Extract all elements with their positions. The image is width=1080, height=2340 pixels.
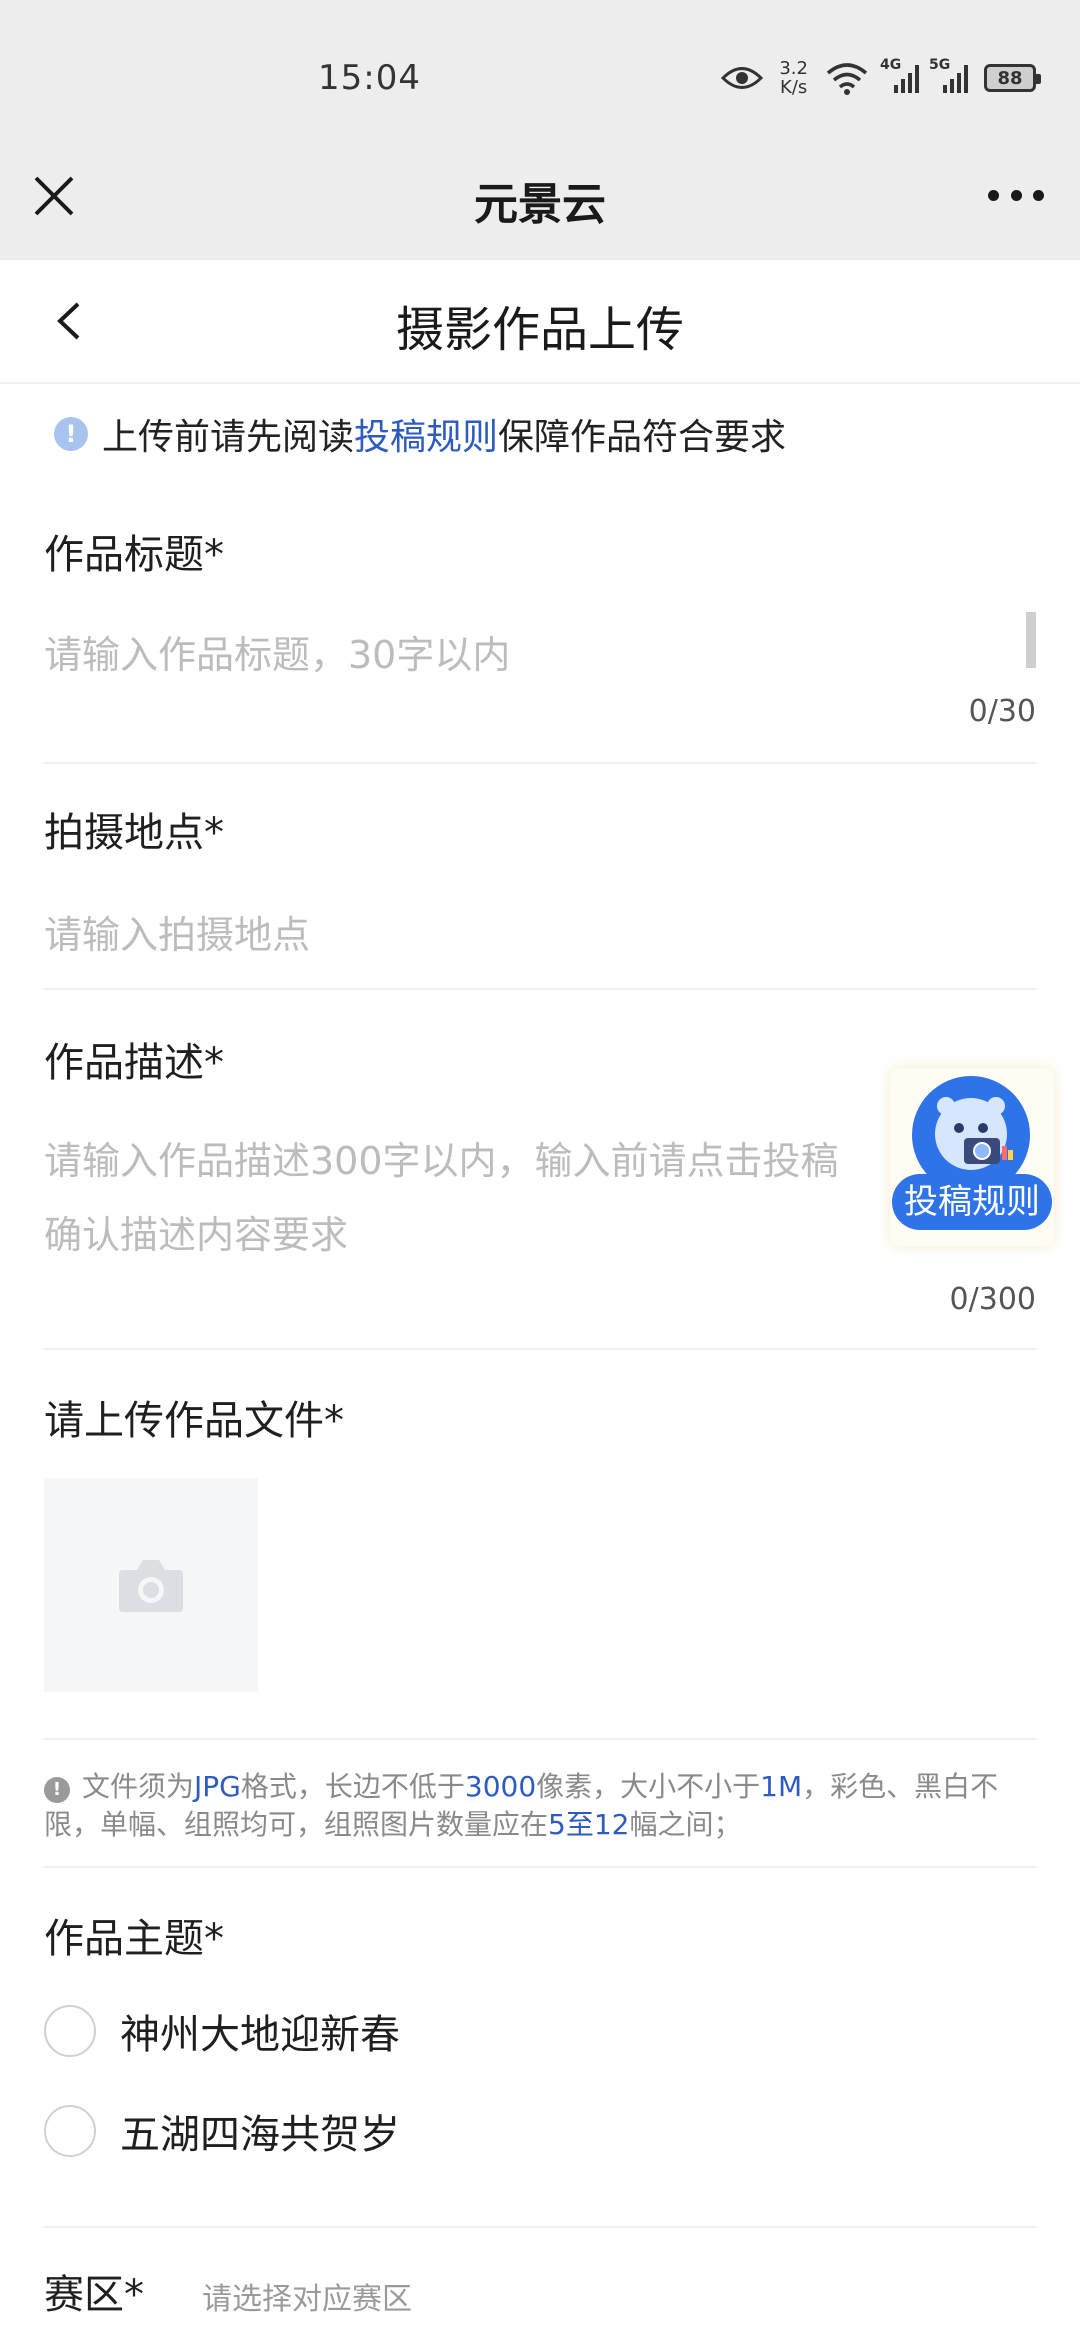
page-header: 摄影作品上传: [0, 260, 1080, 384]
eye-icon: [721, 67, 764, 89]
battery-icon: 88: [984, 64, 1041, 92]
notice-banner: ! 上传前请先阅读 投稿规则 保障作品符合要求: [54, 408, 786, 460]
theme-option-2[interactable]: 五湖四海共贺岁: [44, 2102, 400, 2160]
notice-prefix: 上传前请先阅读: [102, 417, 355, 458]
theme-label: 作品主题*: [44, 1916, 224, 1962]
divider: [44, 2226, 1036, 2228]
page-title: 摄影作品上传: [395, 302, 684, 358]
description-placeholder-line2: 确认描述内容要求: [44, 1213, 349, 1257]
status-icons: 3.2 K/s 4G 5G 88: [721, 57, 1041, 98]
hint-highlight: 5至12: [548, 1808, 630, 1841]
hint-text: 像素，大小不小于: [536, 1770, 761, 1803]
radio-button[interactable]: [44, 2105, 96, 2157]
submission-rules-float-button[interactable]: 投稿规则: [890, 1068, 1054, 1246]
description-counter: 0/300: [949, 1282, 1036, 1317]
notice-suffix: 保障作品符合要求: [498, 417, 787, 458]
network-speed: 3.2 K/s: [779, 59, 808, 97]
hint-text: 文件须为: [82, 1770, 195, 1803]
signal-2-icon: 5G: [929, 57, 968, 93]
divider: [44, 1348, 1036, 1350]
file-requirements-hint: ! 文件须为JPG格式，长边不低于3000像素，大小不小于1M，彩色、黑白不限，单…: [44, 1768, 1024, 1844]
radio-button[interactable]: [44, 2005, 96, 2057]
float-button-label: 投稿规则: [892, 1174, 1052, 1230]
title-input[interactable]: 请输入作品标题，30字以内: [44, 624, 510, 679]
info-icon: !: [54, 417, 88, 451]
upload-label: 请上传作品文件*: [44, 1398, 344, 1444]
divider: [44, 988, 1036, 990]
hint-text: 格式，长边不低于: [240, 1770, 465, 1803]
submission-rules-link[interactable]: 投稿规则: [354, 408, 498, 460]
hint-highlight: 1M: [760, 1770, 803, 1803]
theme-option-label: 五湖四海共贺岁: [120, 2112, 400, 2158]
region-label: 赛区*: [44, 2272, 144, 2318]
divider: [44, 762, 1036, 764]
region-select[interactable]: 请选择对应赛区: [202, 2274, 412, 2318]
network-speed-unit: K/s: [780, 77, 808, 98]
description-label: 作品描述*: [44, 1040, 224, 1086]
battery-level: 88: [997, 67, 1023, 89]
wechat-title: 元景云: [474, 179, 606, 230]
textarea-scroll-handle[interactable]: [1026, 612, 1036, 668]
hint-highlight: JPG: [194, 1770, 241, 1803]
theme-option-label: 神州大地迎新春: [120, 2012, 400, 2058]
network-speed-value: 3.2: [779, 58, 808, 79]
wechat-title-bar: 元景云: [0, 150, 1080, 260]
wifi-icon: [826, 63, 868, 95]
divider: [44, 1738, 1036, 1740]
signal-1-tag: 4G: [880, 57, 902, 73]
signal-1-icon: 4G: [880, 57, 919, 93]
theme-option-1[interactable]: 神州大地迎新春: [44, 2002, 400, 2060]
title-counter: 0/30: [968, 694, 1036, 729]
title-label: 作品标题*: [44, 532, 224, 578]
location-input[interactable]: 请输入拍摄地点: [44, 904, 310, 959]
location-label: 拍摄地点*: [44, 810, 224, 856]
warning-icon: !: [44, 1777, 70, 1803]
more-icon[interactable]: [988, 190, 1044, 202]
description-placeholder-line1: 请输入作品描述300字以内，输入前请点击投稿: [44, 1139, 839, 1183]
hint-text: 幅之间；: [629, 1808, 742, 1841]
hint-highlight: 3000: [464, 1770, 537, 1803]
status-time: 15:04: [318, 58, 421, 98]
upload-image-button[interactable]: [44, 1478, 258, 1692]
signal-2-tag: 5G: [929, 57, 951, 73]
camera-icon: [119, 1560, 183, 1612]
divider: [44, 1866, 1036, 1868]
status-bar: 15:04 3.2 K/s 4G 5G 88: [0, 0, 1080, 150]
